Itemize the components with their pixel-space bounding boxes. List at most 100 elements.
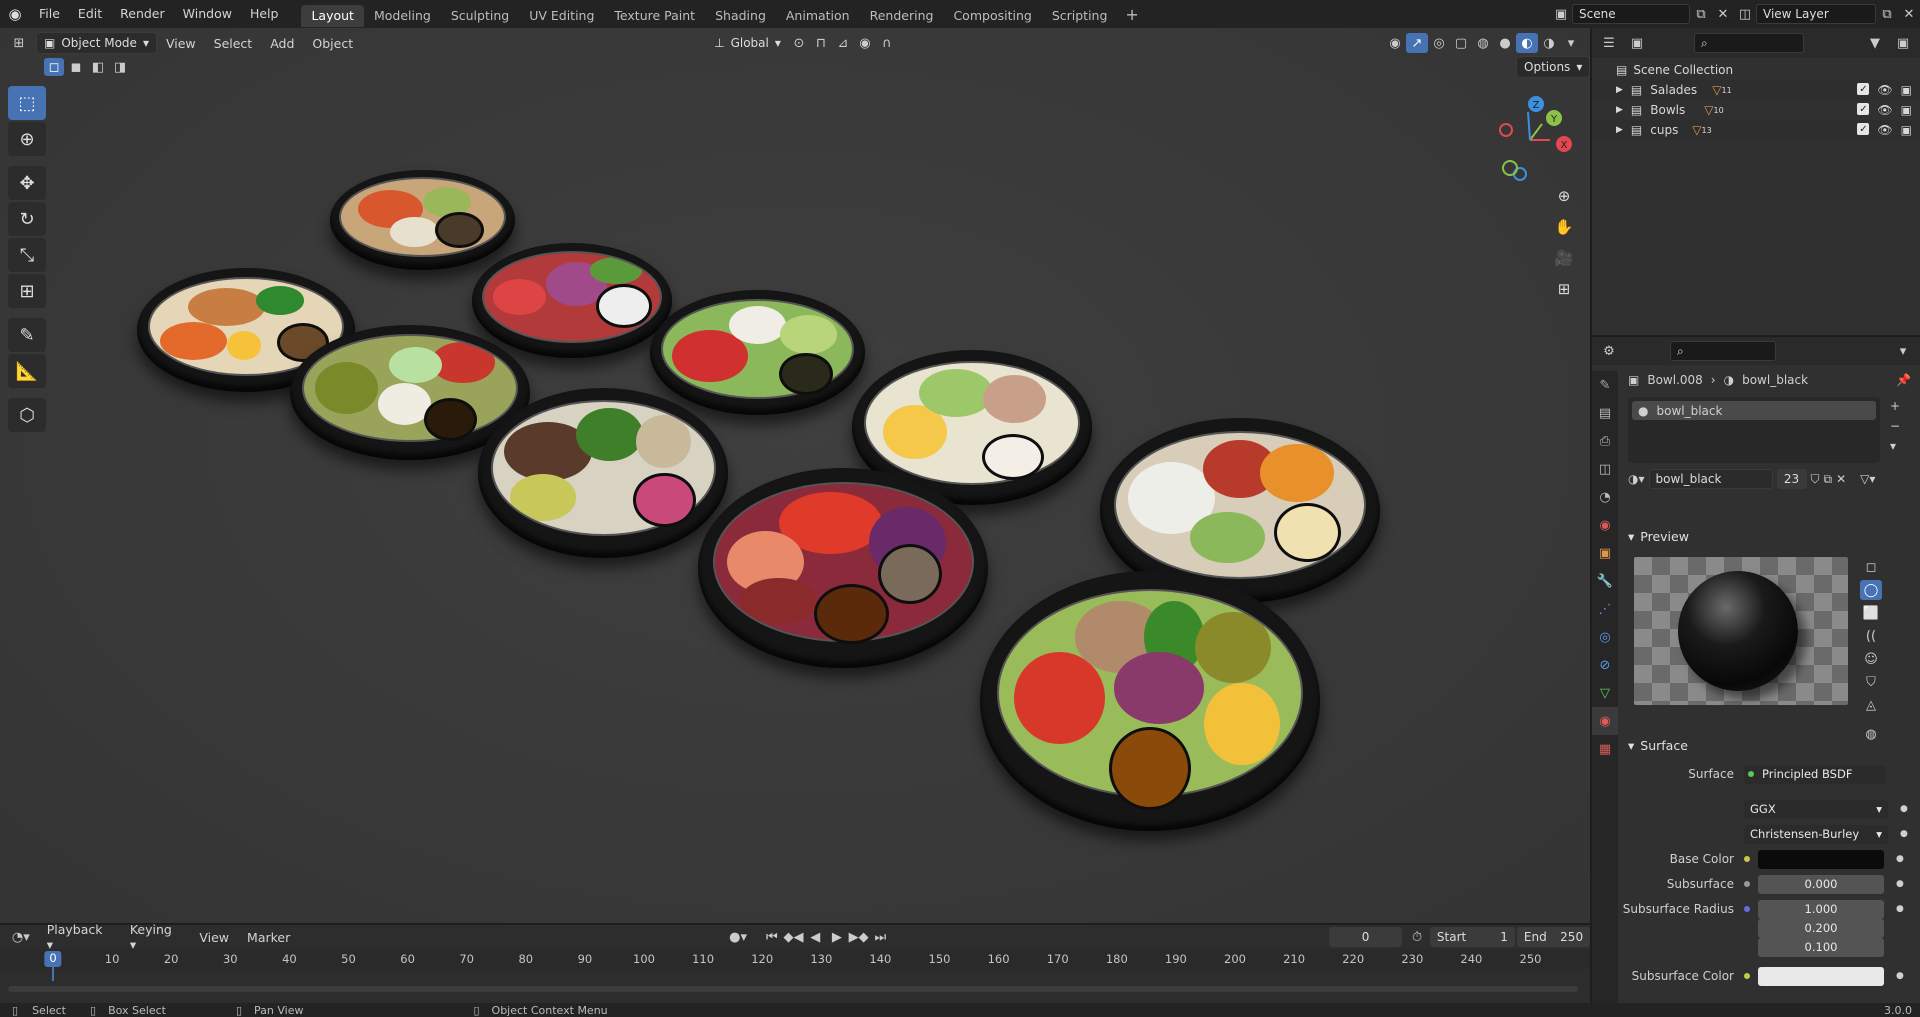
perspective-grid-icon[interactable]: ⊞ [1550, 275, 1578, 303]
jump-keyframe-back-icon[interactable]: ◆◀ [783, 927, 805, 947]
constraints-tab-icon[interactable]: ⊘ [1592, 651, 1618, 679]
exclude-checkbox[interactable]: ✓ [1857, 123, 1870, 135]
timeline-menu-marker[interactable]: Marker [238, 930, 299, 945]
blender-logo-icon[interactable]: ◉ [0, 0, 30, 28]
subsurface-radius-z-field[interactable]: 0.100 [1758, 937, 1884, 957]
options-dropdown[interactable]: Options ▾ [1516, 56, 1590, 78]
users-count[interactable]: 23 [1776, 469, 1807, 489]
world-tab-icon[interactable]: ◉ [1592, 511, 1618, 539]
bowl-object[interactable] [472, 243, 672, 358]
tab-rendering[interactable]: Rendering [860, 5, 944, 27]
tab-layout[interactable]: Layout [301, 4, 364, 27]
eye-icon[interactable]: 👁 [1877, 103, 1892, 117]
scene-collection-row[interactable]: ▤ Scene Collection [1592, 60, 1920, 80]
filter-icon[interactable]: ▼ [1864, 33, 1886, 53]
output-tab-icon[interactable]: ⎙ [1592, 427, 1618, 455]
modifier-tab-icon[interactable]: 🔧 [1592, 567, 1618, 595]
frame-ruler[interactable]: 0 10 20 30 40 50 60 70 80 90 100 110 120 130 140 150 160… [0, 949, 1590, 981]
eye-icon[interactable]: 👁 [1877, 123, 1892, 137]
overlay-icon[interactable]: ◎ [1428, 33, 1450, 53]
scene-icon[interactable]: ▣ [1550, 4, 1572, 24]
material-name-field[interactable]: bowl_black [1648, 469, 1773, 489]
pan-hand-icon[interactable]: ✋ [1550, 213, 1578, 241]
play-reverse-icon[interactable]: ◀ [804, 927, 826, 947]
preview-hair-icon[interactable]: (( [1860, 626, 1882, 646]
expand-arrow-icon[interactable]: ▶ [1616, 125, 1623, 135]
jump-end-icon[interactable]: ⏭ [869, 927, 891, 947]
keyframe-dot-icon[interactable]: ● [1900, 829, 1908, 839]
solid-shading-icon[interactable]: ● [1494, 33, 1516, 53]
render-camera-icon[interactable]: ▣ [1901, 83, 1912, 97]
keyframe-dot-icon[interactable]: ● [1896, 879, 1904, 889]
render-camera-icon[interactable]: ▣ [1901, 103, 1912, 117]
snap-icon[interactable]: ⊓ [810, 33, 832, 53]
bowl-object[interactable] [478, 388, 728, 558]
annotate-tool-icon[interactable]: ✎ [8, 318, 46, 352]
select-box-tool-icon[interactable]: ⬚ [8, 86, 46, 120]
navigation-gizmo[interactable]: X Y Z [1492, 92, 1574, 184]
select-invert-icon[interactable]: ◨ [110, 58, 130, 76]
snap-target-icon[interactable]: ⊿ [832, 33, 854, 53]
viewport-menu-select[interactable]: Select [205, 36, 262, 51]
viewport-menu-view[interactable]: View [157, 36, 205, 51]
display-mode-icon[interactable]: ▣ [1626, 33, 1648, 53]
scene-field[interactable]: Scene [1572, 4, 1690, 24]
transform-tool-icon[interactable]: ⊞ [8, 274, 46, 308]
tab-uv-editing[interactable]: UV Editing [519, 5, 604, 27]
transform-orientation-dropdown[interactable]: ⊥ Global ▾ [707, 32, 788, 54]
add-workspace-button[interactable]: + [1117, 5, 1146, 24]
select-new-icon[interactable]: ◻ [44, 58, 64, 76]
subsurface-color-swatch[interactable] [1758, 966, 1884, 986]
outliner-search-input[interactable]: ⌕ [1694, 33, 1804, 53]
object-tab-icon[interactable]: ▣ [1592, 539, 1618, 567]
menu-window[interactable]: Window [174, 0, 241, 28]
new-view-layer-icon[interactable]: ⧉ [1876, 4, 1898, 24]
menu-render[interactable]: Render [111, 0, 174, 28]
3d-viewport[interactable]: ⊞ ▣ Object Mode ▾ View Select Add Object ⊥… [0, 28, 1590, 923]
tab-sculpting[interactable]: Sculpting [441, 5, 519, 27]
timeline-menu-keying[interactable]: Keying ▾ [121, 922, 191, 952]
properties-editor-icon[interactable]: ⚙ [1598, 341, 1620, 361]
wireframe-shading-icon[interactable]: ◍ [1472, 33, 1494, 53]
chevron-down-icon[interactable]: ▾ [1892, 341, 1914, 361]
material-slot[interactable]: ● bowl_black [1632, 401, 1876, 420]
xray-icon[interactable]: ▢ [1450, 33, 1472, 53]
render-camera-icon[interactable]: ▣ [1901, 123, 1912, 137]
duplicate-icon[interactable]: ⧉ [1824, 472, 1833, 487]
pivot-point-icon[interactable]: ⊙ [788, 33, 810, 53]
chevron-down-icon[interactable]: ▾ [1890, 439, 1900, 453]
texture-tab-icon[interactable]: ▦ [1592, 735, 1618, 763]
view-layer-tab-icon[interactable]: ◫ [1592, 455, 1618, 483]
subsurface-method-dropdown[interactable]: Christensen-Burley ▾ [1744, 824, 1888, 844]
menu-help[interactable]: Help [241, 0, 288, 28]
remove-slot-icon[interactable]: − [1890, 419, 1900, 433]
surface-shader-field[interactable]: Principled BSDF [1744, 764, 1886, 784]
tab-texture-paint[interactable]: Texture Paint [604, 5, 705, 27]
stopwatch-icon[interactable]: ⏱ [1406, 927, 1428, 947]
viewport-menu-add[interactable]: Add [261, 36, 303, 51]
record-icon[interactable]: ●▾ [727, 927, 749, 947]
cursor-tool-icon[interactable]: ⊕ [8, 122, 46, 156]
menu-file[interactable]: File [30, 0, 69, 28]
material-preview-shading-icon[interactable]: ◐ [1516, 33, 1538, 53]
particles-tab-icon[interactable]: ⋰ [1592, 595, 1618, 623]
data-tab-icon[interactable]: ▽ [1592, 679, 1618, 707]
rotate-tool-icon[interactable]: ↻ [8, 202, 46, 236]
mode-dropdown[interactable]: ▣ Object Mode ▾ [36, 32, 157, 54]
preview-fluid-icon[interactable]: ◬ [1860, 695, 1882, 715]
move-tool-icon[interactable]: ✥ [8, 166, 46, 200]
exclude-checkbox[interactable]: ✓ [1857, 83, 1870, 95]
scene-tab-icon[interactable]: ◔ [1592, 483, 1618, 511]
play-icon[interactable]: ▶ [826, 927, 848, 947]
preview-cube-icon[interactable]: ⬜ [1860, 603, 1882, 623]
preview-flat-icon[interactable]: ◻ [1860, 557, 1882, 577]
start-frame-field[interactable]: Start 1 [1429, 927, 1515, 947]
subsurface-radius-y-field[interactable]: 0.200 [1758, 918, 1884, 938]
properties-search-input[interactable]: ⌕ [1670, 341, 1776, 361]
collection-row[interactable]: ▶ ▤ Bowls ▽ 10 ✓ 👁 ▣ [1592, 100, 1920, 120]
preview-panel-header[interactable]: ▾ Preview [1622, 524, 1916, 548]
keyframe-dot-icon[interactable]: ● [1900, 804, 1908, 814]
eye-icon[interactable]: 👁 [1877, 83, 1892, 97]
tab-compositing[interactable]: Compositing [943, 5, 1041, 27]
tab-scripting[interactable]: Scripting [1042, 5, 1118, 27]
